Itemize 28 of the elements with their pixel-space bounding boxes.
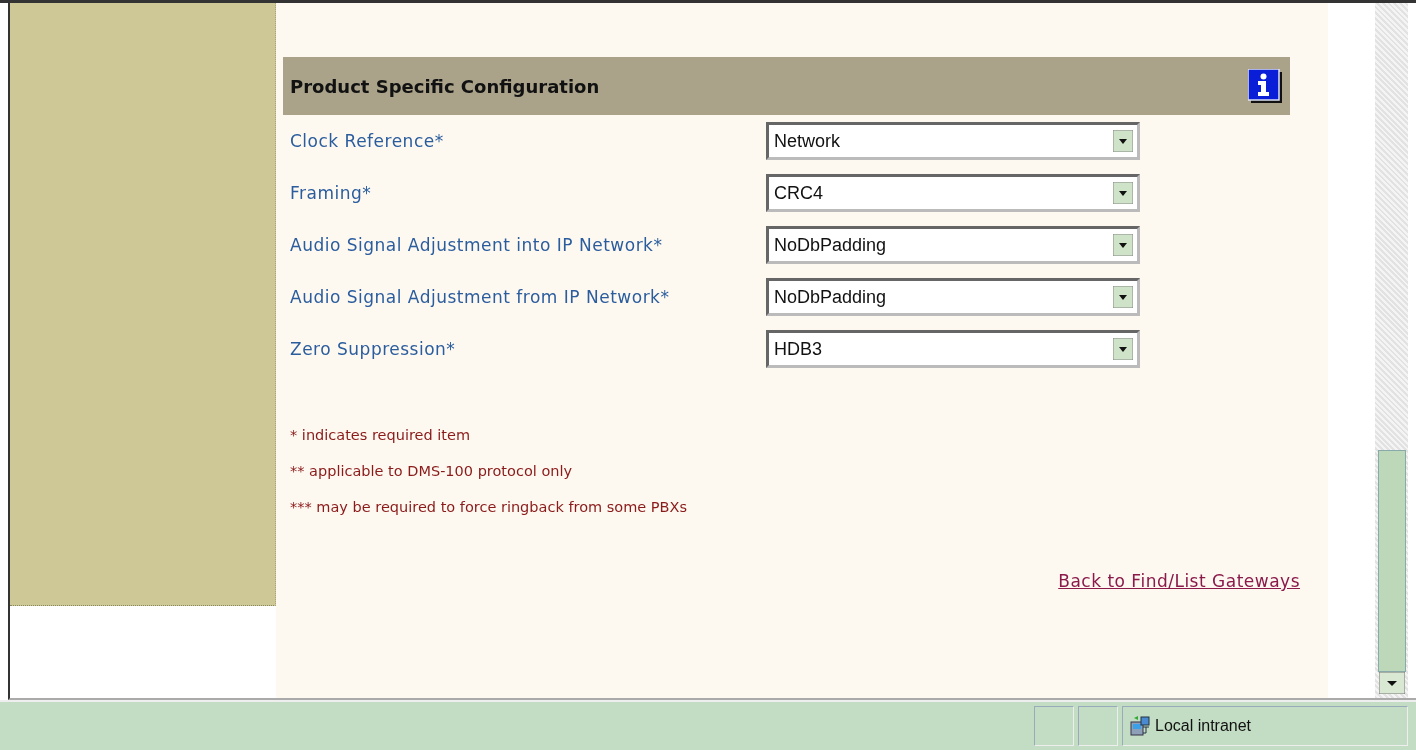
dropdown[interactable]: NoDbPadding <box>766 278 1140 316</box>
scrollbar-thumb[interactable] <box>1377 450 1406 672</box>
dropdown-arrow-icon[interactable] <box>1113 130 1133 152</box>
section-title: Product Specific Configuration <box>290 75 600 97</box>
dropdown-arrow-icon[interactable] <box>1113 286 1133 308</box>
field-label: Zero Suppression* <box>290 338 457 361</box>
network-computer-icon <box>1129 715 1151 737</box>
back-link[interactable]: Back to Find/List Gateways <box>1058 571 1300 591</box>
scroll-down-button[interactable] <box>1378 672 1405 694</box>
field-label: Clock Reference* <box>290 130 445 153</box>
zone-label: Local intranet <box>1155 717 1252 735</box>
footnote: *** may be required to force ringback from some PBXs <box>290 498 687 517</box>
scrollbar[interactable] <box>1375 3 1408 698</box>
status-pane <box>1078 706 1118 746</box>
dropdown-arrow-icon[interactable] <box>1113 234 1133 256</box>
footnote: * indicates required item <box>290 426 471 445</box>
dropdown-arrow-icon[interactable] <box>1113 182 1133 204</box>
dropdown-arrow-icon[interactable] <box>1113 338 1133 360</box>
dropdown[interactable]: CRC4 <box>766 174 1140 212</box>
footnote: ** applicable to DMS-100 protocol only <box>290 462 573 481</box>
dropdown[interactable]: HDB3 <box>766 330 1140 368</box>
dropdown[interactable]: NoDbPadding <box>766 226 1140 264</box>
dropdown[interactable]: Network <box>766 122 1140 160</box>
info-icon[interactable] <box>1248 69 1282 103</box>
field-label: Framing* <box>290 182 373 205</box>
field-label: Audio Signal Adjustment into IP Network* <box>290 234 664 257</box>
status-pane <box>1034 706 1074 746</box>
field-label: Audio Signal Adjustment from IP Network* <box>290 286 671 309</box>
